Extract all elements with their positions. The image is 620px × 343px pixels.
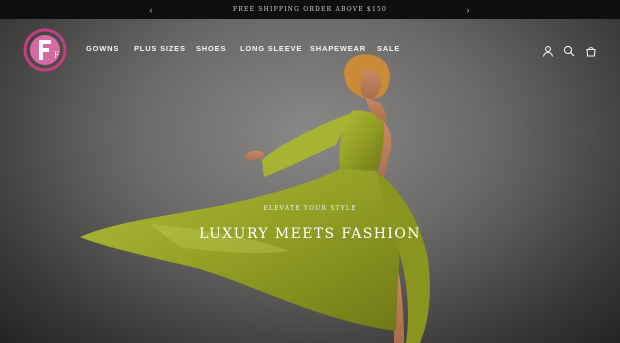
announcement-next-button[interactable]: › bbox=[461, 3, 475, 16]
nav-item-shapewear[interactable]: Shapewear bbox=[310, 44, 366, 53]
nav-item-sale[interactable]: Sale bbox=[377, 44, 400, 53]
nav-item-shoes[interactable]: Shoes bbox=[196, 44, 226, 53]
cart-icon[interactable] bbox=[585, 45, 597, 57]
announcement-text: Free shipping order above $150 bbox=[232, 6, 388, 13]
nav-item-gowns[interactable]: Gowns bbox=[86, 44, 119, 53]
announcement-bar: ‹ Free shipping order above $150 › bbox=[0, 0, 620, 19]
search-icon[interactable] bbox=[563, 45, 575, 57]
hero-image bbox=[80, 54, 430, 343]
page: ‹ Free shipping order above $150 › F Gow… bbox=[0, 0, 620, 343]
nav-item-long-sleeve[interactable]: Long sleeve bbox=[240, 44, 302, 53]
hero-text: Elevate your style Luxury meets fashion bbox=[0, 205, 620, 242]
nav-item-plus-sizes[interactable]: Plus sizes bbox=[134, 44, 186, 53]
hero-headline: Luxury meets fashion bbox=[199, 226, 421, 242]
brand-logo[interactable]: F bbox=[22, 28, 68, 72]
hero-eyebrow: Elevate your style bbox=[263, 205, 357, 212]
announcement-prev-button[interactable]: ‹ bbox=[144, 3, 158, 16]
account-icon[interactable] bbox=[542, 45, 554, 57]
logo-text: F bbox=[54, 50, 59, 60]
